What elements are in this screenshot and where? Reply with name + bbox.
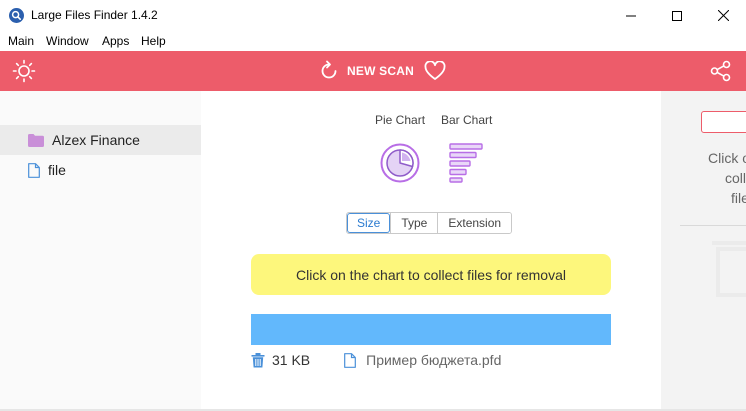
share-icon[interactable]	[710, 60, 732, 82]
maximize-button[interactable]	[654, 0, 700, 31]
maximize-icon	[672, 10, 682, 21]
trash-icon	[712, 241, 746, 297]
refresh-icon	[321, 60, 337, 79]
file-size: 31 KB	[272, 352, 311, 368]
sidebar-item-label: Alzex Finance	[52, 132, 140, 148]
divider	[680, 225, 746, 226]
sidebar-item-label: file	[48, 162, 66, 178]
bar-chart-icon[interactable]	[449, 143, 485, 183]
minimize-button[interactable]	[608, 0, 654, 31]
menu-main[interactable]: Main	[8, 34, 34, 48]
minimize-icon	[626, 15, 636, 16]
content-area: Alzex Finance file Pie Chart Bar Chart S…	[0, 91, 746, 411]
sidebar-item-alzex-finance[interactable]: Alzex Finance	[0, 125, 201, 155]
title-bar: Large Files Finder 1.4.2	[0, 0, 746, 31]
file-icon	[28, 162, 40, 178]
new-scan-label: NEW SCAN	[347, 64, 414, 78]
app-logo-icon	[9, 8, 24, 23]
file-name[interactable]: Пример бюджета.pfd	[366, 352, 501, 368]
close-icon	[717, 10, 729, 21]
right-panel-text-line: coll	[725, 170, 746, 186]
list-item: 31 KB Пример бюджета.pfd	[251, 350, 611, 370]
group-by-toggle: Size Type Extension	[346, 212, 513, 234]
right-panel-text-line: file	[731, 190, 746, 206]
heart-icon[interactable]	[424, 61, 446, 81]
menu-bar: Main Window Apps Help	[0, 31, 746, 51]
menu-help[interactable]: Help	[141, 34, 166, 48]
size-chart-bar[interactable]	[251, 314, 611, 345]
new-scan-button[interactable]: NEW SCAN	[318, 59, 414, 83]
pie-chart-icon[interactable]	[380, 143, 420, 183]
right-panel-text-line: Click o	[708, 150, 746, 166]
file-icon	[344, 352, 357, 368]
close-button[interactable]	[700, 0, 746, 31]
pie-chart-label[interactable]: Pie Chart	[375, 113, 425, 127]
toolbar: NEW SCAN	[0, 51, 746, 91]
menu-apps[interactable]: Apps	[102, 34, 129, 48]
folder-icon	[28, 133, 44, 147]
bar-chart-label[interactable]: Bar Chart	[441, 113, 492, 127]
main-panel: Pie Chart Bar Chart Size Type Extension …	[201, 91, 661, 411]
settings-sun-icon[interactable]	[12, 59, 36, 83]
remove-button[interactable]: R	[701, 111, 746, 133]
window-title: Large Files Finder 1.4.2	[31, 8, 158, 22]
tab-extension[interactable]: Extension	[437, 213, 512, 233]
collect-files-notice: Click on the chart to collect files for …	[251, 254, 611, 295]
sidebar-item-file[interactable]: file	[0, 155, 201, 185]
right-panel: R Click o coll file	[680, 91, 746, 411]
trash-icon[interactable]	[251, 352, 265, 368]
tab-size[interactable]: Size	[347, 213, 391, 233]
menu-window[interactable]: Window	[46, 34, 89, 48]
sidebar: Alzex Finance file	[0, 91, 201, 411]
tab-type[interactable]: Type	[390, 213, 438, 233]
